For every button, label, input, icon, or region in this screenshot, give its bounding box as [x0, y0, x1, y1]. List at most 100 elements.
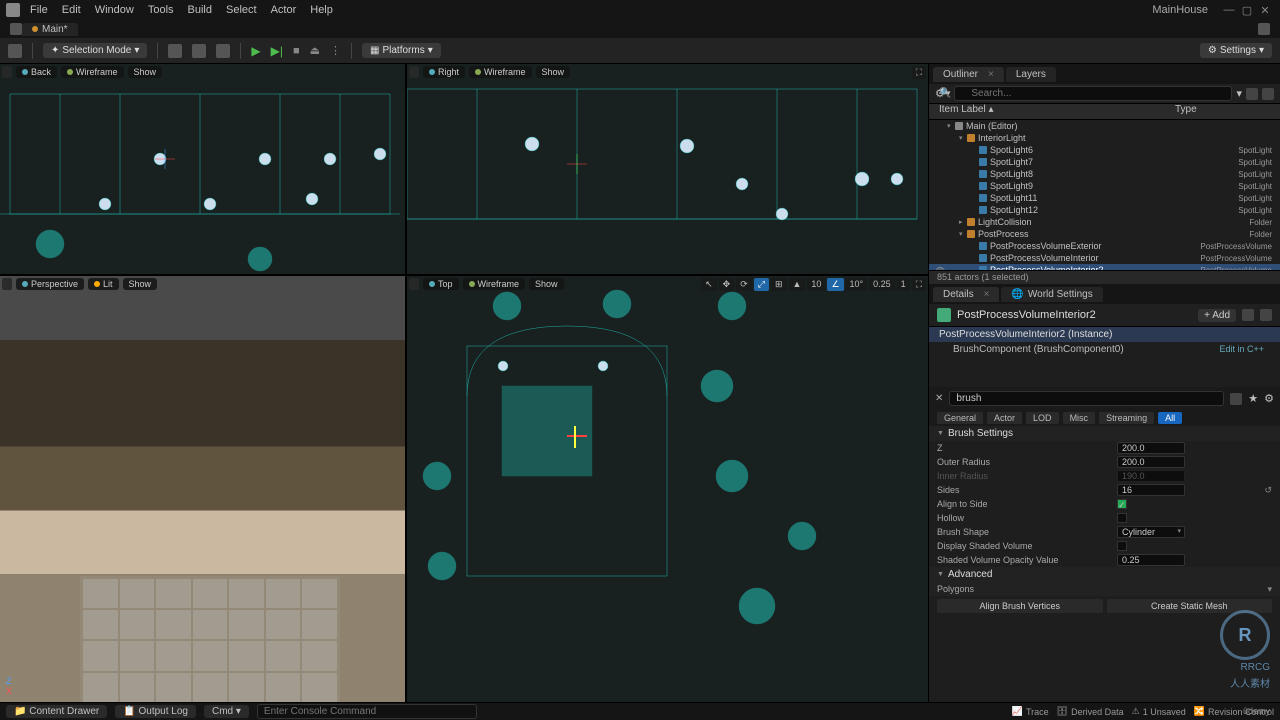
- reset-icon[interactable]: ↺: [1264, 485, 1272, 496]
- tree-row[interactable]: PostProcessVolumeInteriorPostProcessVolu…: [929, 252, 1280, 264]
- prop-hollow-checkbox[interactable]: [1117, 513, 1127, 523]
- show-menu[interactable]: Show: [529, 278, 564, 290]
- prop-sides-input[interactable]: [1117, 484, 1185, 496]
- maximize-button[interactable]: ▢: [1238, 4, 1256, 17]
- tree-row[interactable]: ▸LightCollisionFolder: [929, 216, 1280, 228]
- show-menu[interactable]: Show: [128, 66, 163, 78]
- cat-actor[interactable]: Actor: [987, 412, 1022, 424]
- prop-shape-select[interactable]: Cylinder: [1117, 526, 1185, 538]
- outliner-search-input[interactable]: [954, 86, 1232, 101]
- section-advanced[interactable]: ▼Advanced: [929, 567, 1280, 582]
- cmd-selector[interactable]: Cmd ▾: [204, 705, 249, 718]
- angle-snap-value[interactable]: 10°: [846, 278, 868, 291]
- stop-button[interactable]: ■: [293, 45, 300, 57]
- expand-icon[interactable]: ▾: [959, 230, 967, 238]
- view-type-top[interactable]: Top: [423, 278, 459, 290]
- expand-icon[interactable]: ▸: [959, 218, 967, 226]
- play-options-button[interactable]: ⋮: [330, 44, 341, 57]
- close-icon[interactable]: ×: [988, 69, 994, 80]
- prop-outer-input[interactable]: [1117, 456, 1185, 468]
- derived-data-status[interactable]: 🗄 Derived Data: [1057, 706, 1124, 717]
- view-type-perspective[interactable]: Perspective: [16, 278, 84, 290]
- outliner-tree[interactable]: ▾Main (Editor)▾InteriorLightSpotLight6Sp…: [929, 120, 1280, 270]
- close-button[interactable]: ✕: [1256, 4, 1274, 17]
- component-brush[interactable]: BrushComponent (BrushComponent0) Edit in…: [929, 342, 1280, 357]
- cat-streaming[interactable]: Streaming: [1099, 412, 1154, 424]
- viewport-perspective[interactable]: Perspective Lit Show ZX: [0, 276, 405, 702]
- surface-snap-icon[interactable]: ▲: [789, 278, 806, 291]
- play-next-button[interactable]: ▶|: [271, 44, 283, 58]
- marketplace-button[interactable]: [192, 44, 206, 58]
- favorite-icon[interactable]: ★: [1248, 392, 1258, 405]
- tree-row[interactable]: ▾InteriorLight: [929, 132, 1280, 144]
- cat-all[interactable]: All: [1158, 412, 1182, 424]
- create-static-mesh-button[interactable]: Create Static Mesh: [1107, 599, 1273, 613]
- prop-z-input[interactable]: [1117, 442, 1185, 454]
- edit-cpp-link[interactable]: Edit in C++: [1219, 344, 1264, 355]
- detail-grid-icon[interactable]: [1230, 393, 1242, 405]
- shading-wireframe[interactable]: Wireframe: [463, 278, 526, 290]
- scale-tool-icon[interactable]: ⤢: [754, 278, 769, 291]
- prop-opacity-input[interactable]: [1117, 554, 1185, 566]
- menu-build[interactable]: Build: [188, 4, 212, 16]
- menu-actor[interactable]: Actor: [271, 4, 297, 16]
- viewport-options-icon[interactable]: [2, 66, 12, 78]
- save-button[interactable]: [8, 44, 22, 58]
- tab-outliner[interactable]: Outliner×: [933, 67, 1004, 82]
- unsaved-status[interactable]: ⚠ 1 Unsaved: [1132, 706, 1186, 717]
- tab-layers[interactable]: Layers: [1006, 67, 1056, 82]
- prop-display-checkbox[interactable]: [1117, 541, 1127, 551]
- lock-icon[interactable]: [1260, 309, 1272, 321]
- cat-general[interactable]: General: [937, 412, 983, 424]
- viewport-top[interactable]: Top Wireframe Show ↖ ✥ ⟳ ⤢ ⊞ ▲ 10 ∠ 10° …: [407, 276, 928, 702]
- view-type-right[interactable]: Right: [423, 66, 465, 78]
- add-content-button[interactable]: [168, 44, 182, 58]
- tab-details[interactable]: Details×: [933, 287, 999, 302]
- content-drawer-button[interactable]: 📁 Content Drawer: [6, 705, 107, 718]
- grid-snap-value[interactable]: 10: [807, 278, 825, 291]
- shading-wireframe[interactable]: Wireframe: [61, 66, 124, 78]
- viewport-back[interactable]: Back Wireframe Show: [0, 64, 405, 274]
- rotate-tool-icon[interactable]: ⟳: [736, 278, 752, 291]
- gear-icon[interactable]: ⚙: [1264, 392, 1274, 405]
- settings-button[interactable]: ⚙ Settings ▾: [1200, 43, 1272, 58]
- tab-world-settings[interactable]: 🌐 World Settings: [1001, 287, 1102, 302]
- view-type-back[interactable]: Back: [16, 66, 57, 78]
- new-folder-icon[interactable]: [1246, 88, 1258, 100]
- layout-icon[interactable]: [1258, 23, 1270, 35]
- tree-row[interactable]: SpotLight11SpotLight: [929, 192, 1280, 204]
- actor-name[interactable]: PostProcessVolumeInterior2: [957, 309, 1192, 321]
- viewport-right[interactable]: Right Wireframe Show ⛶: [407, 64, 928, 274]
- clear-filter-icon[interactable]: ✕: [935, 393, 943, 404]
- tree-row[interactable]: SpotLight6SpotLight: [929, 144, 1280, 156]
- tab-home-icon[interactable]: [10, 23, 22, 35]
- level-tab[interactable]: Main*: [22, 23, 78, 36]
- outliner-options-icon[interactable]: ▾: [1236, 87, 1242, 100]
- tree-row[interactable]: ▾PostProcessFolder: [929, 228, 1280, 240]
- expand-icon[interactable]: ▾: [959, 134, 967, 142]
- shading-lit[interactable]: Lit: [88, 278, 119, 290]
- viewport-options-icon[interactable]: [2, 278, 12, 290]
- maximize-viewport-icon[interactable]: ⛶: [912, 66, 926, 79]
- menu-tools[interactable]: Tools: [148, 4, 174, 16]
- expand-icon[interactable]: ▾: [947, 122, 955, 130]
- revision-control-status[interactable]: 🔀 Revision Control: [1194, 706, 1274, 717]
- scale-snap-value[interactable]: 0.25: [869, 278, 895, 291]
- component-instance[interactable]: PostProcessVolumeInterior2 (Instance): [929, 327, 1280, 342]
- selection-mode-button[interactable]: ✦ Selection Mode ▾: [43, 43, 147, 58]
- menu-select[interactable]: Select: [226, 4, 257, 16]
- menu-file[interactable]: File: [30, 4, 48, 16]
- output-log-button[interactable]: 📋 Output Log: [115, 705, 196, 718]
- tree-row[interactable]: PostProcessVolumeExteriorPostProcessVolu…: [929, 240, 1280, 252]
- show-menu[interactable]: Show: [123, 278, 158, 290]
- column-item-label[interactable]: Item Label ▴: [929, 104, 1169, 119]
- tree-row[interactable]: SpotLight8SpotLight: [929, 168, 1280, 180]
- column-type[interactable]: Type: [1169, 104, 1280, 119]
- chevron-down-icon[interactable]: ▾: [1267, 584, 1272, 595]
- cat-misc[interactable]: Misc: [1063, 412, 1096, 424]
- play-button[interactable]: ▶: [251, 44, 260, 58]
- eject-button[interactable]: ⏏: [310, 44, 320, 57]
- menu-help[interactable]: Help: [310, 4, 333, 16]
- tree-row[interactable]: SpotLight12SpotLight: [929, 204, 1280, 216]
- maximize-viewport-icon[interactable]: ⛶: [912, 278, 926, 291]
